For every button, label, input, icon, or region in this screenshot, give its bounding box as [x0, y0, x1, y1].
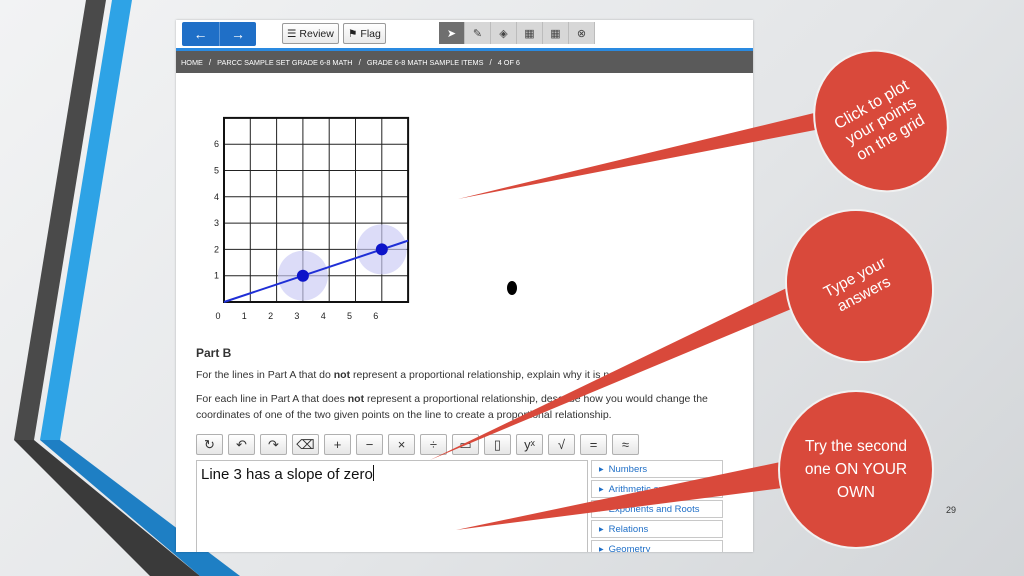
- symbol-categories: ▶ Numbers ▶ Arithmetic and Operators ▶ Expo…: [591, 460, 723, 552]
- x-tick-label: 5: [347, 311, 352, 321]
- breadcrumb: HOME / PARCC SAMPLE SET GRADE 6-8 MATH /…: [176, 51, 753, 73]
- page-number: 29: [946, 505, 957, 515]
- minus-button[interactable]: −: [356, 434, 383, 455]
- callout-type-text: Type your answers: [821, 254, 894, 316]
- triangle-right-icon: ▶: [599, 467, 604, 473]
- y-tick-label: 2: [214, 244, 219, 254]
- next-button[interactable]: →: [219, 22, 256, 46]
- category-label: Exponents and Roots: [608, 504, 700, 515]
- equation-toolbar: ↻ ↶ ↷ ⌫ + − × ÷ ▭ ▯ yˣ √ = ≈: [196, 434, 639, 456]
- cursor-icon: ➤: [446, 27, 457, 40]
- top-toolbar: ← → ☰ Review ⚑ Flag ➤ ✎ ◈ ▦ ▦ ⊗: [176, 20, 753, 49]
- coordinate-grid[interactable]: 0 1 2 3 4 5 6 1 2 3 4 5 6: [206, 115, 416, 330]
- backspace-button[interactable]: ⌫: [292, 434, 319, 455]
- breadcrumb-separator: /: [358, 57, 361, 67]
- x-tick-label: 3: [294, 311, 299, 321]
- callout-plot-text: Click to plot your points on the grid: [831, 76, 928, 164]
- breadcrumb-home[interactable]: HOME: [181, 58, 203, 67]
- equals-button[interactable]: =: [580, 434, 607, 455]
- times-button[interactable]: ×: [388, 434, 415, 455]
- calculator-icon: ▦: [550, 27, 561, 40]
- flag-icon: ⚑: [348, 27, 358, 40]
- undo-button[interactable]: ↶: [228, 434, 255, 455]
- category-label: Relations: [608, 524, 649, 535]
- x-tick-label: 0: [215, 311, 220, 321]
- app-screenshot: ← → ☰ Review ⚑ Flag ➤ ✎ ◈ ▦ ▦ ⊗ HOME / P…: [176, 20, 753, 552]
- category-relations[interactable]: ▶ Relations: [591, 520, 723, 538]
- text-caret: [372, 465, 374, 481]
- category-label: Geometry: [608, 544, 651, 552]
- triangle-right-icon: ▶: [599, 487, 604, 493]
- back-button[interactable]: ←: [182, 22, 219, 46]
- x-tick-label: 4: [321, 311, 326, 321]
- y-tick-label: 1: [214, 271, 219, 281]
- category-exponents[interactable]: ▶ Exponents and Roots: [591, 500, 723, 518]
- fraction-button[interactable]: ▭: [452, 434, 479, 455]
- y-tick-label: 3: [214, 218, 219, 228]
- breadcrumb-items[interactable]: GRADE 6-8 MATH SAMPLE ITEMS: [367, 58, 484, 67]
- tool-group: ➤ ✎ ◈ ▦ ▦ ⊗: [439, 22, 595, 44]
- square-root-button[interactable]: √: [548, 434, 575, 455]
- plus-button[interactable]: +: [324, 434, 351, 455]
- approx-button[interactable]: ≈: [612, 434, 639, 455]
- review-button[interactable]: ☰ Review: [282, 23, 339, 44]
- eraser-icon: ◈: [499, 27, 508, 40]
- question-1-text-end: represent a proportional relationship, e…: [350, 369, 621, 381]
- question-2-emphasis: not: [347, 393, 365, 405]
- category-arithmetic[interactable]: ▶ Arithmetic and Operators: [591, 480, 723, 498]
- pencil-tool-button[interactable]: ✎: [465, 22, 491, 44]
- refresh-button[interactable]: ↻: [196, 434, 223, 455]
- x-tick-label: 6: [373, 311, 378, 321]
- close-tool-button[interactable]: ⊗: [569, 22, 595, 44]
- question-2: For each line in Part A that does not re…: [196, 391, 736, 423]
- category-label: Arithmetic and Operators: [608, 484, 715, 495]
- pencil-icon: ✎: [472, 27, 483, 40]
- close-circle-icon: ⊗: [576, 27, 587, 40]
- category-label: Numbers: [608, 464, 648, 475]
- question-2-text: For each line in Part A that does: [196, 393, 348, 405]
- breadcrumb-set[interactable]: PARCC SAMPLE SET GRADE 6-8 MATH: [217, 58, 352, 67]
- eraser-tool-button[interactable]: ◈: [491, 22, 517, 44]
- list-icon: ☰: [287, 27, 297, 40]
- flag-button[interactable]: ⚑ Flag: [343, 23, 386, 44]
- arrow-left-icon: ←: [193, 26, 208, 42]
- answer-input[interactable]: Line 3 has a slope of zero: [196, 460, 588, 552]
- navigation-buttons: ← →: [182, 22, 256, 46]
- breadcrumb-position: 4 OF 6: [497, 57, 520, 67]
- triangle-right-icon: ▶: [599, 507, 604, 513]
- y-tick-label: 6: [214, 139, 219, 149]
- question-1-text: For the lines in Part A that do: [196, 369, 334, 381]
- category-numbers[interactable]: ▶ Numbers: [591, 460, 723, 478]
- redo-button[interactable]: ↷: [260, 434, 287, 455]
- plotted-point: [296, 269, 309, 282]
- question-1-emphasis: not: [333, 369, 351, 381]
- arrow-right-icon: →: [231, 26, 245, 42]
- answer-text: Line 3 has a slope of zero: [201, 466, 373, 483]
- y-tick-label: 4: [214, 192, 219, 202]
- y-tick-label: 5: [214, 166, 219, 176]
- triangle-right-icon: ▶: [599, 527, 604, 533]
- pointer-tool-button[interactable]: ➤: [439, 22, 465, 44]
- plotted-point: [375, 243, 388, 256]
- category-geometry[interactable]: ▶ Geometry: [591, 540, 723, 552]
- table-icon: ▦: [524, 27, 535, 40]
- part-b-title: Part B: [196, 346, 232, 360]
- callout-try-text: Try the second one ON YOUR OWN: [804, 438, 908, 501]
- breadcrumb-separator: /: [489, 57, 492, 67]
- exponent-button[interactable]: yˣ: [516, 434, 543, 455]
- calculator-tool-button[interactable]: ▦: [543, 22, 569, 44]
- x-tick-label: 2: [268, 311, 273, 321]
- review-label: Review: [299, 27, 334, 40]
- callout-try-second: Try the second one ON YOUR OWN: [780, 392, 932, 547]
- question-1: For the lines in Part A that do not repr…: [196, 367, 736, 383]
- mixed-number-button[interactable]: ▯: [484, 434, 511, 455]
- breadcrumb-separator: /: [208, 57, 212, 67]
- triangle-right-icon: ▶: [599, 547, 604, 552]
- table-tool-button[interactable]: ▦: [517, 22, 543, 44]
- divide-button[interactable]: ÷: [420, 434, 447, 455]
- x-tick-label: 1: [242, 311, 247, 321]
- flag-label: Flag: [360, 27, 381, 40]
